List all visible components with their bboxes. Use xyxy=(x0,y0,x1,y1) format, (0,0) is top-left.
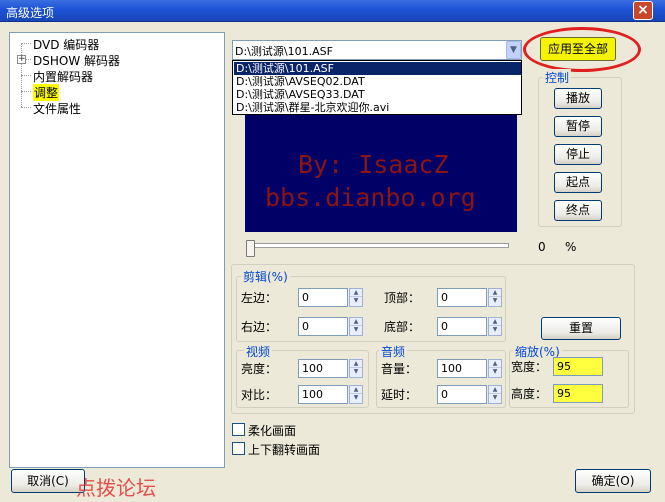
brightness-field[interactable]: 100 xyxy=(298,359,348,378)
progress-value: 0 xyxy=(538,240,546,254)
tree-item-dvd-encoder[interactable]: DVD 编码器 xyxy=(33,36,99,53)
progress-slider-track[interactable] xyxy=(250,243,509,248)
soften-label: 柔化画面 xyxy=(248,424,297,438)
volume-spinner[interactable]: ▲ ▼ xyxy=(488,359,502,378)
soften-checkbox[interactable] xyxy=(232,423,245,436)
delay-label: 延时： xyxy=(381,388,418,402)
source-option[interactable]: D:\测试源\AVSEQ33.DAT xyxy=(234,88,521,101)
crop-bottom-label: 底部： xyxy=(384,320,421,334)
cancel-button[interactable]: 取消(C) xyxy=(11,469,85,493)
crop-right-label: 右边： xyxy=(241,320,278,334)
progress-unit: % xyxy=(565,240,577,254)
window-title: 高级选项 xyxy=(6,6,55,20)
source-select-value: D:\测试源\101.ASF xyxy=(235,45,333,58)
crop-bottom-field[interactable]: 0 xyxy=(437,317,487,336)
tree-item-dshow-decoder[interactable]: DSHOW 解码器 xyxy=(33,52,120,69)
crop-top-spinner[interactable]: ▲ ▼ xyxy=(488,288,502,307)
volume-label: 音量： xyxy=(381,362,418,376)
chevron-down-icon[interactable]: ▼ xyxy=(506,41,521,59)
brightness-label: 亮度： xyxy=(241,362,278,376)
apply-all-button[interactable]: 应用至全部 xyxy=(540,37,616,61)
volume-field[interactable]: 100 xyxy=(437,359,487,378)
contrast-field[interactable]: 100 xyxy=(298,385,348,404)
scale-width-field[interactable]: 95 xyxy=(553,357,603,376)
options-tree: DVD 编码器 + DSHOW 解码器 内置解码器 调整 文件属性 xyxy=(9,32,225,468)
contrast-label: 对比： xyxy=(241,388,278,402)
end-point-button[interactable]: 终点 xyxy=(554,200,602,221)
tree-item-builtin-decoder[interactable]: 内置解码器 xyxy=(33,68,93,85)
width-label: 宽度： xyxy=(511,360,548,374)
crop-top-field[interactable]: 0 xyxy=(437,288,487,307)
brightness-spinner[interactable]: ▲ ▼ xyxy=(349,359,363,378)
pause-button[interactable]: 暂停 xyxy=(554,116,602,137)
video-group-title: 视频 xyxy=(244,343,273,360)
crop-left-label: 左边： xyxy=(241,291,278,305)
tree-item-adjust[interactable]: 调整 xyxy=(33,84,60,101)
contrast-spinner[interactable]: ▲ ▼ xyxy=(349,385,363,404)
play-button[interactable]: 播放 xyxy=(554,88,602,109)
height-label: 高度： xyxy=(511,387,548,401)
crop-group-title: 剪辑(%) xyxy=(241,268,290,285)
video-preview: By: IsaacZ bbs.dianbo.org xyxy=(245,115,517,232)
title-bar xyxy=(0,0,665,22)
expand-icon[interactable]: + xyxy=(17,55,26,64)
tree-item-file-properties[interactable]: 文件属性 xyxy=(33,100,81,117)
scale-height-field[interactable]: 95 xyxy=(553,384,603,403)
stop-button[interactable]: 停止 xyxy=(554,144,602,165)
crop-left-spinner[interactable]: ▲ ▼ xyxy=(349,288,363,307)
flip-checkbox[interactable] xyxy=(232,442,245,455)
source-dropdown-list: D:\测试源\101.ASF D:\测试源\AVSEQ02.DAT D:\测试源… xyxy=(232,60,522,115)
audio-group-title: 音频 xyxy=(379,343,408,360)
crop-top-label: 顶部： xyxy=(384,291,421,305)
source-option[interactable]: D:\测试源\AVSEQ02.DAT xyxy=(234,75,521,88)
forum-watermark: 点拨论坛 xyxy=(76,476,156,500)
start-point-button[interactable]: 起点 xyxy=(554,172,602,193)
flip-label: 上下翻转画面 xyxy=(248,443,321,457)
source-option[interactable]: D:\测试源\群星-北京欢迎你.avi xyxy=(234,101,521,114)
crop-right-field[interactable]: 0 xyxy=(298,317,348,336)
progress-slider-thumb[interactable] xyxy=(246,240,255,257)
crop-left-field[interactable]: 0 xyxy=(298,288,348,307)
close-button[interactable]: × xyxy=(633,1,653,20)
watermark-text: bbs.dianbo.org xyxy=(265,183,476,212)
crop-bottom-spinner[interactable]: ▲ ▼ xyxy=(488,317,502,336)
source-option[interactable]: D:\测试源\101.ASF xyxy=(234,62,521,75)
crop-right-spinner[interactable]: ▲ ▼ xyxy=(349,317,363,336)
watermark-text: By: IsaacZ xyxy=(298,150,449,179)
reset-button[interactable]: 重置 xyxy=(541,317,621,340)
delay-field[interactable]: 0 xyxy=(437,385,487,404)
delay-spinner[interactable]: ▲ ▼ xyxy=(488,385,502,404)
playback-control-title: 控制 xyxy=(543,69,572,86)
ok-button[interactable]: 确定(O) xyxy=(575,469,651,493)
